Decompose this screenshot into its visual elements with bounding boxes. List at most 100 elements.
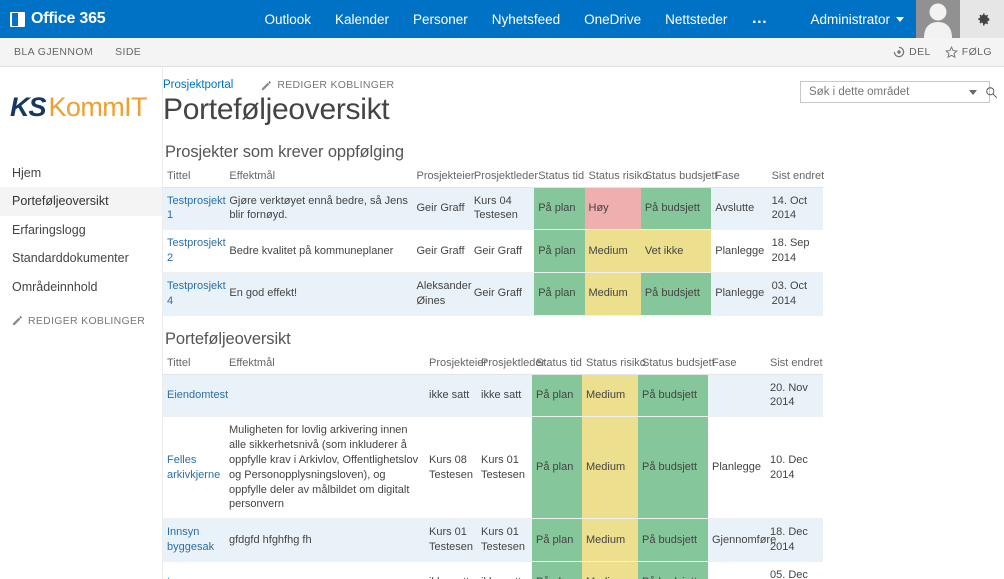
ribbon-tab-browse[interactable]: BLA GJENNOM bbox=[14, 46, 93, 58]
suite-link-onedrive[interactable]: OneDrive bbox=[584, 12, 641, 27]
cell-prosjektleder: Kurs 01 Testesen bbox=[477, 518, 532, 562]
sidebar-item-portefoljeoversikt[interactable]: Porteføljeoversikt bbox=[0, 187, 162, 216]
webpart-title: Porteføljeoversikt bbox=[165, 329, 291, 348]
site-logo-ks-text: KS bbox=[10, 91, 47, 122]
cell-prosjektleder: Kurs 01 Testesen bbox=[477, 416, 532, 520]
site-logo-kommit-text: KommIT bbox=[48, 91, 148, 122]
ribbon-tab-page[interactable]: SIDE bbox=[115, 46, 141, 58]
search-input[interactable] bbox=[807, 85, 965, 99]
cell-status-budsjett: På budsjett bbox=[638, 416, 708, 520]
share-icon bbox=[893, 46, 905, 58]
cell-sist-endret: 14. Oct 2014 bbox=[767, 187, 823, 231]
cell-tittel: Testprosjekt 4 bbox=[163, 272, 226, 316]
col-header-status-budsjett[interactable]: Status budsjett bbox=[640, 167, 718, 188]
cell-status-tid: På plan bbox=[532, 561, 582, 579]
sidebar-item-erfaringslogg[interactable]: Erfaringslogg bbox=[0, 216, 162, 244]
page-body: KS KommIT Hjem Porteføljeoversikt Erfari… bbox=[0, 67, 1004, 579]
cell-prosjekteier: Geir Graff bbox=[412, 187, 470, 231]
cell-status-budsjett: På budsjett bbox=[638, 561, 708, 579]
cell-sist-endret: 18. Sep 2014 bbox=[767, 229, 823, 273]
user-menu-button[interactable]: Administrator bbox=[802, 0, 916, 38]
cell-effektmal: Bedre kvalitet på kommuneplaner bbox=[225, 229, 413, 273]
cell-effektmal: En god effekt! bbox=[225, 272, 413, 316]
project-link[interactable]: Testprosjekt 2 bbox=[167, 237, 226, 264]
cell-effektmal: gfdgfd hfghfhg fh bbox=[225, 518, 425, 562]
suite-link-outlook[interactable]: Outlook bbox=[264, 12, 311, 27]
col-header-status-tid[interactable]: Status tid bbox=[534, 167, 585, 188]
cell-fase bbox=[708, 561, 766, 579]
cell-prosjekteier: Geir Graff bbox=[412, 229, 470, 273]
search-button[interactable] bbox=[985, 86, 998, 99]
search-box[interactable] bbox=[800, 81, 998, 103]
suite-link-personer[interactable]: Personer bbox=[413, 12, 468, 27]
left-navigation-column: KS KommIT Hjem Porteføljeoversikt Erfari… bbox=[0, 67, 163, 579]
office365-brand[interactable]: Office 365 bbox=[0, 0, 264, 38]
project-link[interactable]: Testprosjekt 1 bbox=[167, 195, 226, 222]
col-header-status-tid[interactable]: Status tid bbox=[532, 354, 582, 375]
share-button[interactable]: DEL bbox=[893, 46, 931, 58]
col-header-tittel[interactable]: Tittel bbox=[163, 167, 226, 188]
edit-links-sidebar-button[interactable]: REDIGER KOBLINGER bbox=[0, 315, 162, 327]
settings-button[interactable] bbox=[960, 0, 1004, 38]
col-header-sist-endret[interactable]: Sist endret bbox=[767, 167, 824, 188]
edit-links-top-button[interactable]: REDIGER KOBLINGER bbox=[261, 79, 394, 91]
cell-status-budsjett: På budsjett bbox=[638, 374, 708, 418]
project-link[interactable]: Innsyn byggesak bbox=[167, 526, 214, 553]
table-row: Eiendomtest ikke satt ikke satt På plan Medi… bbox=[163, 374, 823, 418]
sidebar-item-standarddokumenter[interactable]: Standarddokumenter bbox=[0, 244, 162, 272]
cell-status-tid: På plan bbox=[534, 187, 585, 231]
cell-sist-endret: 18. Dec 2014 bbox=[766, 518, 823, 562]
pencil-icon bbox=[262, 80, 272, 90]
cell-status-tid: På plan bbox=[532, 374, 582, 418]
col-header-tittel[interactable]: Tittel bbox=[163, 354, 225, 375]
edit-links-sidebar-label: REDIGER KOBLINGER bbox=[28, 314, 146, 327]
avatar-person-icon bbox=[924, 3, 952, 38]
suite-more-ellipsis-icon[interactable]: … bbox=[751, 11, 768, 27]
avatar[interactable] bbox=[916, 0, 960, 38]
cell-status-budsjett: Vet ikke bbox=[640, 229, 712, 273]
cell-prosjektleder: ikke satt bbox=[477, 561, 532, 579]
col-header-fase[interactable]: Fase bbox=[711, 167, 768, 188]
col-header-status-budsjett[interactable]: Status budsjett bbox=[638, 354, 715, 375]
cell-fase: Planlegge bbox=[711, 272, 768, 316]
col-header-fase[interactable]: Fase bbox=[708, 354, 766, 375]
col-header-effektmal[interactable]: Effektmål bbox=[225, 354, 425, 375]
col-header-prosjekteier[interactable]: Prosjekteier bbox=[412, 167, 475, 188]
sidebar-item-hjem[interactable]: Hjem bbox=[0, 159, 162, 187]
suite-link-nettsteder[interactable]: Nettsteder bbox=[665, 12, 727, 27]
table-header-row: Tittel Effektmål Prosjekteier Prosjektle… bbox=[163, 167, 824, 188]
table-header-row: Tittel Effektmål Prosjekteier Prosjektle… bbox=[163, 354, 823, 375]
cell-sist-endret: 03. Oct 2014 bbox=[767, 272, 823, 316]
table-row: Testprosjekt 4 En god effekt! Aleksander Ø… bbox=[163, 272, 823, 316]
col-header-effektmal[interactable]: Effektmål bbox=[225, 167, 413, 188]
cell-prosjektleder: ikke satt bbox=[477, 374, 532, 418]
project-link[interactable]: Testprosjekt 4 bbox=[167, 280, 226, 307]
suite-link-kalender[interactable]: Kalender bbox=[335, 12, 389, 27]
project-link[interactable]: Felles arkivkjerne bbox=[167, 454, 220, 481]
office365-suite-bar: Office 365 Outlook Kalender Personer Nyh… bbox=[0, 0, 1004, 38]
office-logo-icon bbox=[10, 11, 25, 27]
sidebar-item-omradeinnhold[interactable]: Områdeinnhold bbox=[0, 273, 162, 301]
suite-bar-right: Administrator bbox=[768, 0, 1004, 38]
cell-tittel: Eiendomtest bbox=[163, 374, 228, 418]
follow-button[interactable]: FØLG bbox=[944, 45, 992, 59]
project-link[interactable]: Eiendomtest bbox=[167, 389, 228, 401]
cell-prosjektleder: Geir Graff bbox=[469, 229, 535, 273]
col-header-status-risiko[interactable]: Status risiko bbox=[584, 167, 648, 188]
search-scope-chevron-down-icon[interactable] bbox=[969, 89, 977, 95]
cell-sist-endret: 10. Dec 2014 bbox=[766, 416, 823, 520]
site-logo[interactable]: KS KommIT bbox=[0, 75, 162, 139]
col-header-prosjektleder[interactable]: Prosjektleder bbox=[469, 167, 538, 188]
suite-link-nyhetsfeed[interactable]: Nyhetsfeed bbox=[492, 12, 560, 27]
portfolio-overview-table: Tittel Effektmål Prosjekteier Prosjektle… bbox=[163, 354, 823, 579]
col-header-prosjektleder[interactable]: Prosjektleder bbox=[477, 354, 545, 375]
cell-tittel: tersr bbox=[163, 561, 225, 579]
col-header-status-risiko[interactable]: Status risiko bbox=[582, 354, 646, 375]
col-header-prosjekteier[interactable]: Prosjekteier bbox=[425, 354, 487, 375]
col-header-sist-endret[interactable]: Sist endret bbox=[766, 354, 823, 375]
cell-status-tid: På plan bbox=[534, 272, 585, 316]
cell-prosjekteier: Kurs 01 Testesen bbox=[425, 518, 477, 562]
webpart-title: Prosjekter som krever oppfølging bbox=[165, 142, 404, 161]
breadcrumb[interactable]: Prosjektportal bbox=[163, 79, 233, 91]
cell-status-risiko: Medium bbox=[582, 518, 638, 562]
